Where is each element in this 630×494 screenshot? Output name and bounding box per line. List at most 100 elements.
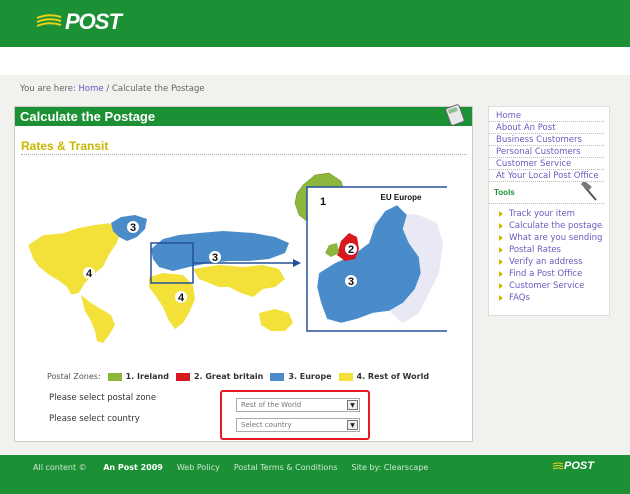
zone-label-great-britain: 2 [348, 244, 354, 256]
legend-swatch [175, 372, 190, 381]
post-wings-icon [36, 14, 62, 27]
zoom-arrow-head [293, 259, 301, 267]
sidebar-item-customer-service[interactable]: Customer Service [489, 158, 604, 170]
legend-swatch [107, 372, 122, 381]
sidebar-item-business[interactable]: Business Customers [489, 134, 604, 146]
postal-zones-map: EU Europe 1 2 3 3 3 4 4 [27, 172, 447, 343]
tool-link-faqs[interactable]: FAQs [499, 292, 609, 304]
page-title: Calculate the Postage [15, 107, 472, 126]
logo-text: POST [65, 9, 122, 34]
footer-links: All content © An Post 2009 Web Policy Po… [33, 463, 442, 472]
zone-label-greenland: 3 [130, 222, 136, 234]
tool-link-customer-service[interactable]: Customer Service [499, 280, 609, 292]
map-europe-asia-north [151, 231, 289, 271]
tool-link-label: Customer Service [509, 281, 585, 291]
postal-zones-legend: Postal Zones: 1. Ireland 2. Great britai… [47, 372, 429, 381]
header-strip [0, 47, 630, 75]
tool-link-label: Find a Post Office [509, 269, 583, 279]
chevron-down-icon[interactable]: ▼ [347, 400, 358, 410]
footer-logo[interactable]: POST [552, 460, 594, 472]
arrow-right-icon [499, 247, 503, 253]
zone-label-europe-inset: 3 [348, 276, 354, 288]
map-south-america [81, 295, 115, 343]
breadcrumb-home-link[interactable]: Home [79, 84, 104, 94]
map-australia [259, 309, 293, 331]
footer-link-site-by[interactable]: Site by: Clearscape [352, 463, 429, 472]
legend-label: 2. Great britain [193, 372, 264, 381]
zone-label-europe-world: 3 [212, 252, 218, 264]
map-north-america [27, 222, 122, 296]
eu-inset-title: EU Europe [381, 193, 422, 202]
tools-header: Tools [489, 182, 604, 204]
copyright-owner: An Post 2009 [103, 463, 163, 472]
an-post-logo[interactable]: POST [35, 9, 122, 35]
legend-swatch [338, 372, 353, 381]
breadcrumb-separator: / [106, 84, 110, 94]
arrow-right-icon [499, 235, 503, 241]
legend-title: Postal Zones: [47, 372, 101, 381]
legend-swatch [270, 372, 285, 381]
sidebar: Home About An Post Business Customers Pe… [488, 106, 610, 316]
tool-link-label: Postal Rates [509, 245, 561, 255]
tool-link-sending[interactable]: What are you sending [499, 232, 609, 244]
sidebar-item-personal[interactable]: Personal Customers [489, 146, 604, 158]
tool-link-calculate[interactable]: Calculate the postage [499, 220, 609, 232]
hammer-icon [580, 182, 597, 201]
legend-label: 3. Europe [288, 372, 332, 381]
sidebar-item-local-post-office[interactable]: At Your Local Post Office [489, 170, 604, 182]
chevron-down-icon[interactable]: ▼ [347, 420, 358, 430]
postal-zone-select-value: Rest of the World [241, 401, 302, 409]
legend-zone-rest-of-world: 4. Rest of World [338, 372, 430, 381]
arrow-right-icon [499, 259, 503, 265]
tool-link-label: FAQs [509, 293, 530, 303]
legend-label: 1. Ireland [125, 372, 169, 381]
tool-link-find-office[interactable]: Find a Post Office [499, 268, 609, 280]
post-wings-icon [552, 462, 564, 469]
calculator-icon [445, 104, 465, 126]
breadcrumb-prefix: You are here: [20, 84, 76, 94]
site-header: POST [0, 0, 630, 47]
arrow-right-icon [499, 271, 503, 277]
breadcrumb-current: Calculate the Postage [111, 84, 205, 94]
footer-copyright: All content © An Post 2009 [33, 463, 163, 472]
footer-link-web-policy[interactable]: Web Policy [177, 463, 220, 472]
postal-zone-label: Please select postal zone [49, 393, 157, 403]
legend-zone-europe: 3. Europe [270, 372, 332, 381]
section-subtitle: Rates & Transit [21, 139, 109, 153]
zone-label-africa: 4 [178, 292, 185, 304]
sidebar-nav: Home About An Post Business Customers Pe… [489, 107, 609, 182]
footer-link-postal-terms[interactable]: Postal Terms & Conditions [234, 463, 338, 472]
country-select[interactable]: Select country ▼ [236, 418, 360, 432]
tool-link-label: What are you sending [509, 233, 603, 243]
arrow-right-icon [499, 295, 503, 301]
map-asia-south [193, 265, 285, 297]
sidebar-item-home[interactable]: Home [489, 110, 604, 122]
postal-zone-select[interactable]: Rest of the World ▼ [236, 398, 360, 412]
tools-list: Track your item Calculate the postage Wh… [489, 208, 609, 304]
tool-link-verify[interactable]: Verify an address [499, 256, 609, 268]
legend-zone-ireland: 1. Ireland [107, 372, 169, 381]
breadcrumb: You are here: Home / Calculate the Posta… [20, 84, 205, 94]
tool-link-label: Calculate the postage [509, 221, 603, 231]
sidebar-item-about[interactable]: About An Post [489, 122, 604, 134]
legend-label: 4. Rest of World [356, 372, 430, 381]
page-title-text: Calculate the Postage [20, 109, 156, 124]
copyright-prefix: All content © [33, 463, 87, 472]
tools-title: Tools [494, 188, 515, 197]
main-panel: Calculate the Postage Rates & Transit EU… [14, 104, 473, 442]
site-footer: All content © An Post 2009 Web Policy Po… [0, 455, 630, 494]
arrow-right-icon [499, 211, 503, 217]
tool-link-label: Verify an address [509, 257, 583, 267]
subtitle-divider [21, 154, 467, 155]
zone-label-north-america: 4 [86, 268, 93, 280]
map-africa [149, 273, 195, 329]
tool-link-track[interactable]: Track your item [499, 208, 609, 220]
zone-label-ireland: 1 [320, 196, 326, 208]
country-select-value: Select country [241, 421, 292, 429]
arrow-right-icon [499, 223, 503, 229]
footer-logo-text: POST [564, 460, 594, 472]
legend-zone-great-britain: 2. Great britain [175, 372, 264, 381]
arrow-right-icon [499, 283, 503, 289]
tool-link-rates[interactable]: Postal Rates [499, 244, 609, 256]
country-label: Please select country [49, 414, 140, 424]
